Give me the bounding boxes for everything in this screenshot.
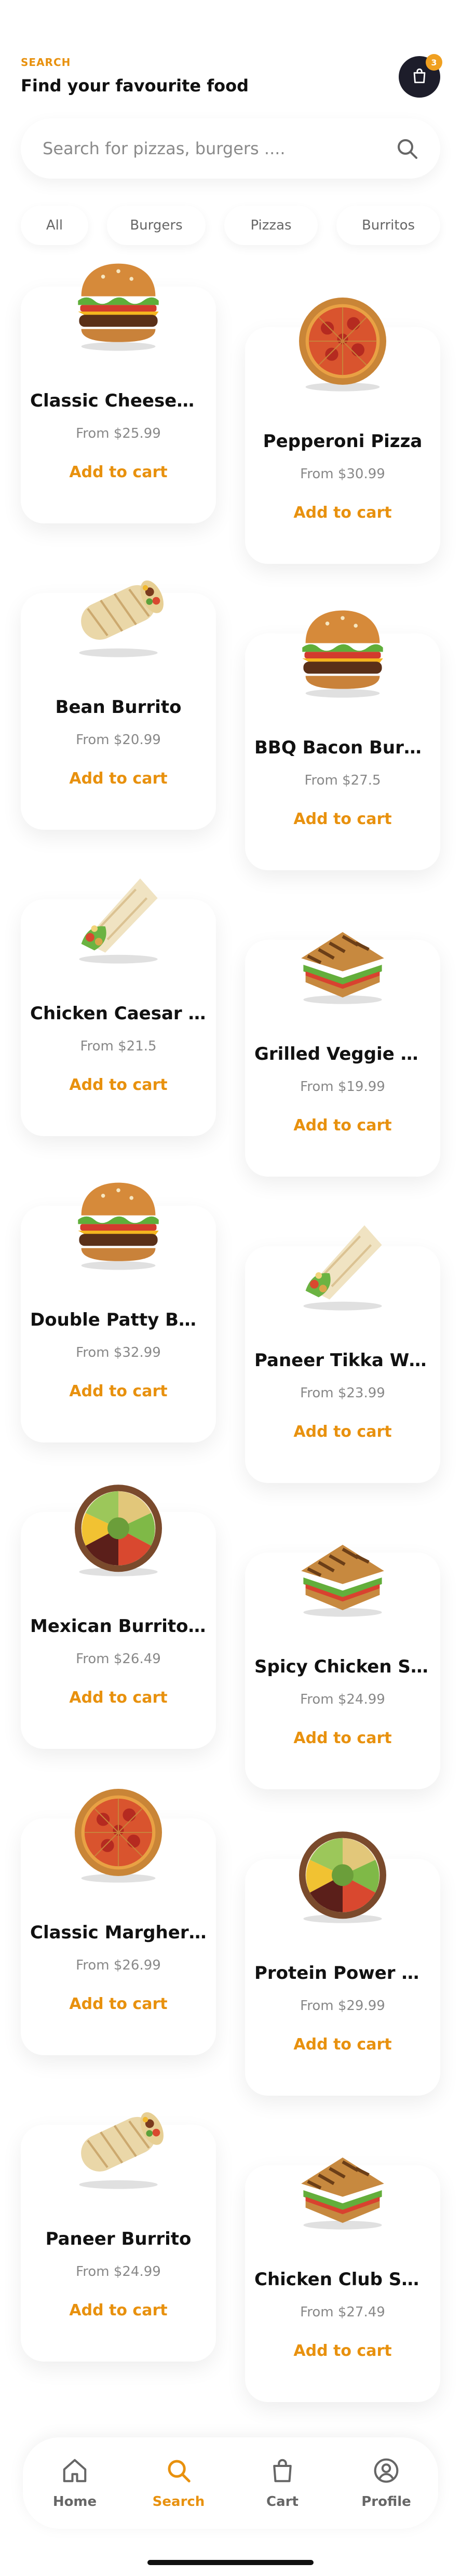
- filter-chip-burritos[interactable]: Burritos: [336, 206, 440, 245]
- product-name: Grilled Veggie Sandwich: [254, 1044, 431, 1064]
- sandwich-image: [301, 2157, 384, 2230]
- filter-chip-pizzas[interactable]: Pizzas: [224, 206, 318, 245]
- product-card[interactable]: Pepperoni Pizza From $30.99 Add to cart: [245, 298, 440, 564]
- nav-label: Home: [52, 2494, 97, 2510]
- burger-image: [302, 610, 383, 698]
- product-name: Protein Power Bowl: [254, 1963, 431, 1984]
- add-to-cart-button[interactable]: Add to cart: [245, 1116, 440, 1135]
- pizza-image: [75, 1789, 162, 1883]
- burrito-image: [79, 2112, 164, 2189]
- add-to-cart-button[interactable]: Add to cart: [245, 2342, 440, 2360]
- add-to-cart-button[interactable]: Add to cart: [21, 2301, 216, 2319]
- add-to-cart-button[interactable]: Add to cart: [21, 770, 216, 788]
- add-to-cart-button[interactable]: Add to cart: [21, 1689, 216, 1707]
- product-price: From $26.49: [76, 1651, 161, 1667]
- product-price: From $30.99: [300, 466, 385, 482]
- wrap-image: [303, 1225, 382, 1311]
- product-card[interactable]: Paneer Tikka Wrap From $23.99 Add to car…: [245, 1225, 440, 1483]
- pizza-image: [299, 298, 386, 392]
- product-name: Spicy Chicken Sandwich: [254, 1656, 431, 1677]
- product-card[interactable]: Chicken Club Sandwich From $27.49 Add to…: [245, 2157, 440, 2402]
- product-name: Pepperoni Pizza: [263, 431, 423, 452]
- product-card[interactable]: Bean Burrito From $20.99 Add to cart: [21, 580, 216, 830]
- product-card[interactable]: Spicy Chicken Sandwich From $24.99 Add t…: [245, 1545, 440, 1789]
- product-price: From $19.99: [300, 1079, 385, 1095]
- product-card[interactable]: Classic Margherita From $26.99 Add to ca…: [21, 1789, 216, 2055]
- product-name: Double Patty Burger: [30, 1310, 207, 1330]
- cart-button[interactable]: 3: [399, 54, 442, 98]
- product-name: Classic Margherita: [30, 1922, 207, 1943]
- add-to-cart-button[interactable]: Add to cart: [245, 1423, 440, 1441]
- bowl-image: [299, 1831, 386, 1923]
- add-to-cart-button[interactable]: Add to cart: [21, 463, 216, 481]
- add-to-cart-button[interactable]: Add to cart: [245, 1729, 440, 1747]
- add-to-cart-button[interactable]: Add to cart: [21, 1995, 216, 2013]
- section-eyebrow: SEARCH: [21, 56, 71, 69]
- product-name: BBQ Bacon Burger: [254, 737, 431, 758]
- product-card[interactable]: Classic Cheeseburger From $25.99 Add to …: [21, 263, 216, 523]
- burrito-image: [79, 580, 164, 657]
- burger-image: [78, 263, 159, 351]
- product-price: From $23.99: [300, 1385, 385, 1401]
- nav-search[interactable]: Search: [140, 2457, 218, 2510]
- product-price: From $27.5: [304, 773, 381, 788]
- product-card[interactable]: BBQ Bacon Burger From $27.5 Add to cart: [245, 610, 440, 870]
- product-name: Mexican Burrito Bowl: [30, 1616, 207, 1637]
- bag-icon: [268, 2457, 296, 2487]
- product-card[interactable]: Grilled Veggie Sandwich From $19.99 Add …: [245, 932, 440, 1177]
- header: SEARCH Find your favourite food 3: [21, 54, 442, 108]
- product-price: From $24.99: [76, 2264, 161, 2280]
- add-to-cart-button[interactable]: Add to cart: [21, 1076, 216, 1094]
- search-bar: [21, 118, 440, 179]
- product-grid: Classic Cheeseburger From $25.99 Add to …: [21, 263, 440, 2410]
- home-icon: [61, 2457, 89, 2487]
- burger-image: [78, 1182, 159, 1270]
- product-name: Classic Cheeseburger: [30, 390, 207, 411]
- product-price: From $27.49: [300, 2304, 385, 2320]
- cart-count-badge: 3: [426, 54, 442, 71]
- product-name: Paneer Tikka Wrap: [254, 1350, 431, 1371]
- sandwich-image: [301, 1545, 384, 1617]
- add-to-cart-button[interactable]: Add to cart: [245, 504, 440, 522]
- sandwich-image: [301, 932, 384, 1004]
- product-name: Paneer Burrito: [45, 2229, 192, 2249]
- profile-icon: [372, 2457, 400, 2487]
- product-name: Chicken Club Sandwich: [254, 2269, 431, 2290]
- search-icon[interactable]: [395, 136, 419, 163]
- nav-cart[interactable]: Cart: [243, 2457, 321, 2510]
- product-card[interactable]: Mexican Burrito Bowl From $26.49 Add to …: [21, 1485, 216, 1749]
- product-price: From $20.99: [76, 732, 161, 748]
- category-filters: All Burgers Pizzas Burritos: [21, 206, 440, 245]
- bottom-nav: Home Search Cart Profile: [23, 2437, 438, 2529]
- product-card[interactable]: Protein Power Bowl From $29.99 Add to ca…: [245, 1831, 440, 2096]
- product-price: From $21.5: [80, 1039, 157, 1054]
- wrap-image: [79, 878, 158, 964]
- product-price: From $24.99: [300, 1692, 385, 1707]
- home-indicator: [147, 2560, 314, 2565]
- filter-chip-all[interactable]: All: [21, 206, 88, 245]
- add-to-cart-button[interactable]: Add to cart: [245, 2035, 440, 2054]
- nav-label: Search: [152, 2494, 205, 2510]
- nav-label: Cart: [266, 2494, 299, 2510]
- nav-home[interactable]: Home: [36, 2457, 114, 2510]
- product-price: From $32.99: [76, 1345, 161, 1360]
- bowl-image: [75, 1485, 162, 1576]
- product-name: Chicken Caesar Wrap: [30, 1003, 207, 1024]
- product-name: Bean Burrito: [55, 697, 182, 718]
- nav-label: Profile: [361, 2494, 411, 2510]
- product-card[interactable]: Paneer Burrito From $24.99 Add to cart: [21, 2112, 216, 2362]
- filter-chip-burgers[interactable]: Burgers: [107, 206, 206, 245]
- product-card[interactable]: Chicken Caesar Wrap From $21.5 Add to ca…: [21, 878, 216, 1136]
- add-to-cart-button[interactable]: Add to cart: [245, 810, 440, 828]
- product-price: From $26.99: [76, 1958, 161, 1973]
- nav-profile[interactable]: Profile: [347, 2457, 425, 2510]
- page-title: Find your favourite food: [21, 76, 249, 96]
- product-price: From $29.99: [300, 1998, 385, 2014]
- product-price: From $25.99: [76, 426, 161, 441]
- shopping-bag-icon: [411, 67, 428, 87]
- product-card[interactable]: Double Patty Burger From $32.99 Add to c…: [21, 1182, 216, 1442]
- add-to-cart-button[interactable]: Add to cart: [21, 1382, 216, 1400]
- search-icon: [165, 2457, 193, 2487]
- search-input[interactable]: [42, 138, 386, 159]
